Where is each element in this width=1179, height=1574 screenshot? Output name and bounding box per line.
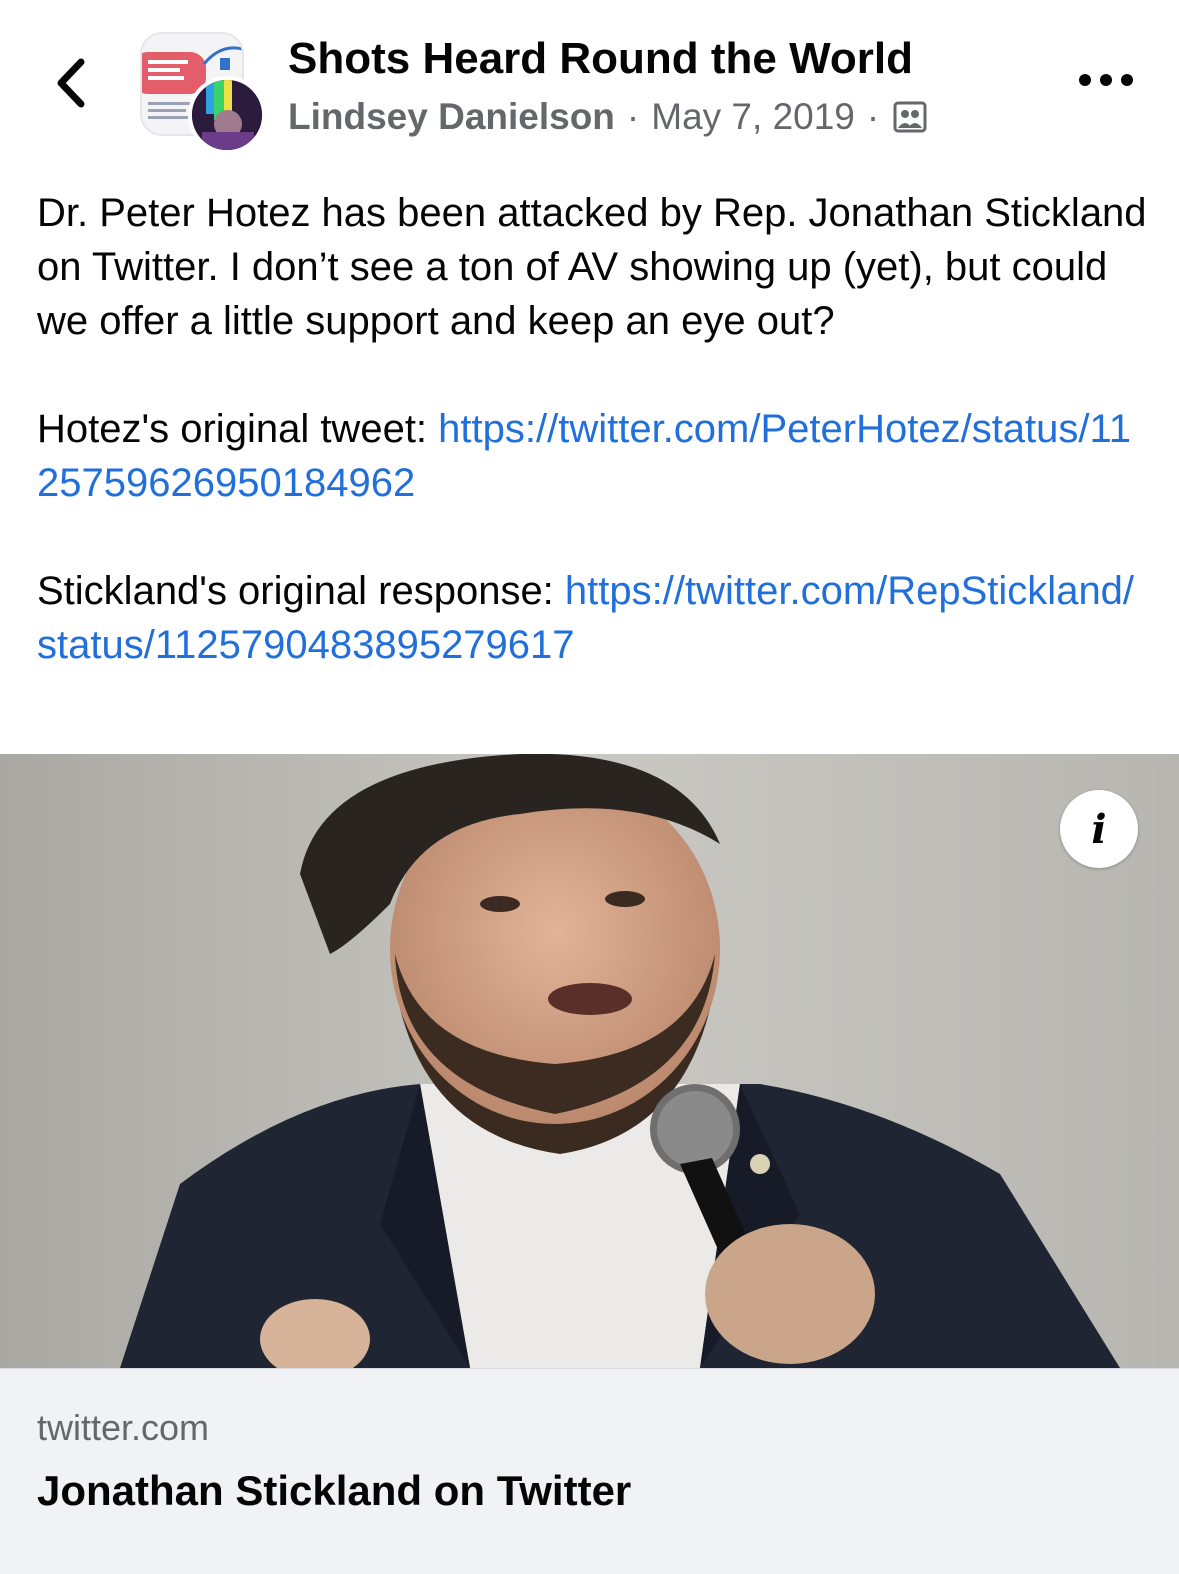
response-reference: Stickland's original response: https://t… <box>37 564 1147 672</box>
more-dots-icon <box>1079 74 1133 86</box>
info-icon: i <box>1091 805 1107 853</box>
link-preview-card[interactable]: twitter.com Jonathan Stickland on Twitte… <box>0 1368 1179 1574</box>
tweet-label: Hotez's original tweet: <box>37 407 439 451</box>
link-domain: twitter.com <box>37 1407 210 1448</box>
chevron-left-icon <box>57 58 85 108</box>
post-page: Shots Heard Round the World Lindsey Dani… <box>0 0 1179 1574</box>
post-header: Shots Heard Round the World Lindsey Dani… <box>0 0 1179 170</box>
link-title[interactable]: Jonathan Stickland on Twitter <box>37 1467 631 1515</box>
group-name[interactable]: Shots Heard Round the World <box>288 34 913 84</box>
group-audience-icon <box>893 101 927 133</box>
avatar-stack[interactable] <box>140 32 270 154</box>
info-button[interactable]: i <box>1060 790 1138 868</box>
tweet-reference: Hotez's original tweet: https://twitter.… <box>37 402 1147 510</box>
meta-separator: · <box>866 96 880 137</box>
post-paragraph: Dr. Peter Hotez has been attacked by Rep… <box>37 191 1147 343</box>
person-photo <box>0 754 1179 1368</box>
author-name[interactable]: Lindsey Danielson <box>288 96 615 138</box>
back-button[interactable] <box>40 48 100 118</box>
link-preview-image[interactable] <box>0 754 1179 1368</box>
more-options-button[interactable] <box>1072 60 1140 100</box>
response-label: Stickland's original response: <box>37 569 565 613</box>
post-body: Dr. Peter Hotez has been attacked by Rep… <box>37 186 1147 672</box>
meta-separator: · <box>626 96 640 137</box>
user-avatar[interactable] <box>188 76 266 154</box>
user-avatar-image <box>192 80 262 150</box>
post-meta: Lindsey Danielson · May 7, 2019 · <box>288 96 927 138</box>
post-date[interactable]: May 7, 2019 <box>651 96 855 138</box>
